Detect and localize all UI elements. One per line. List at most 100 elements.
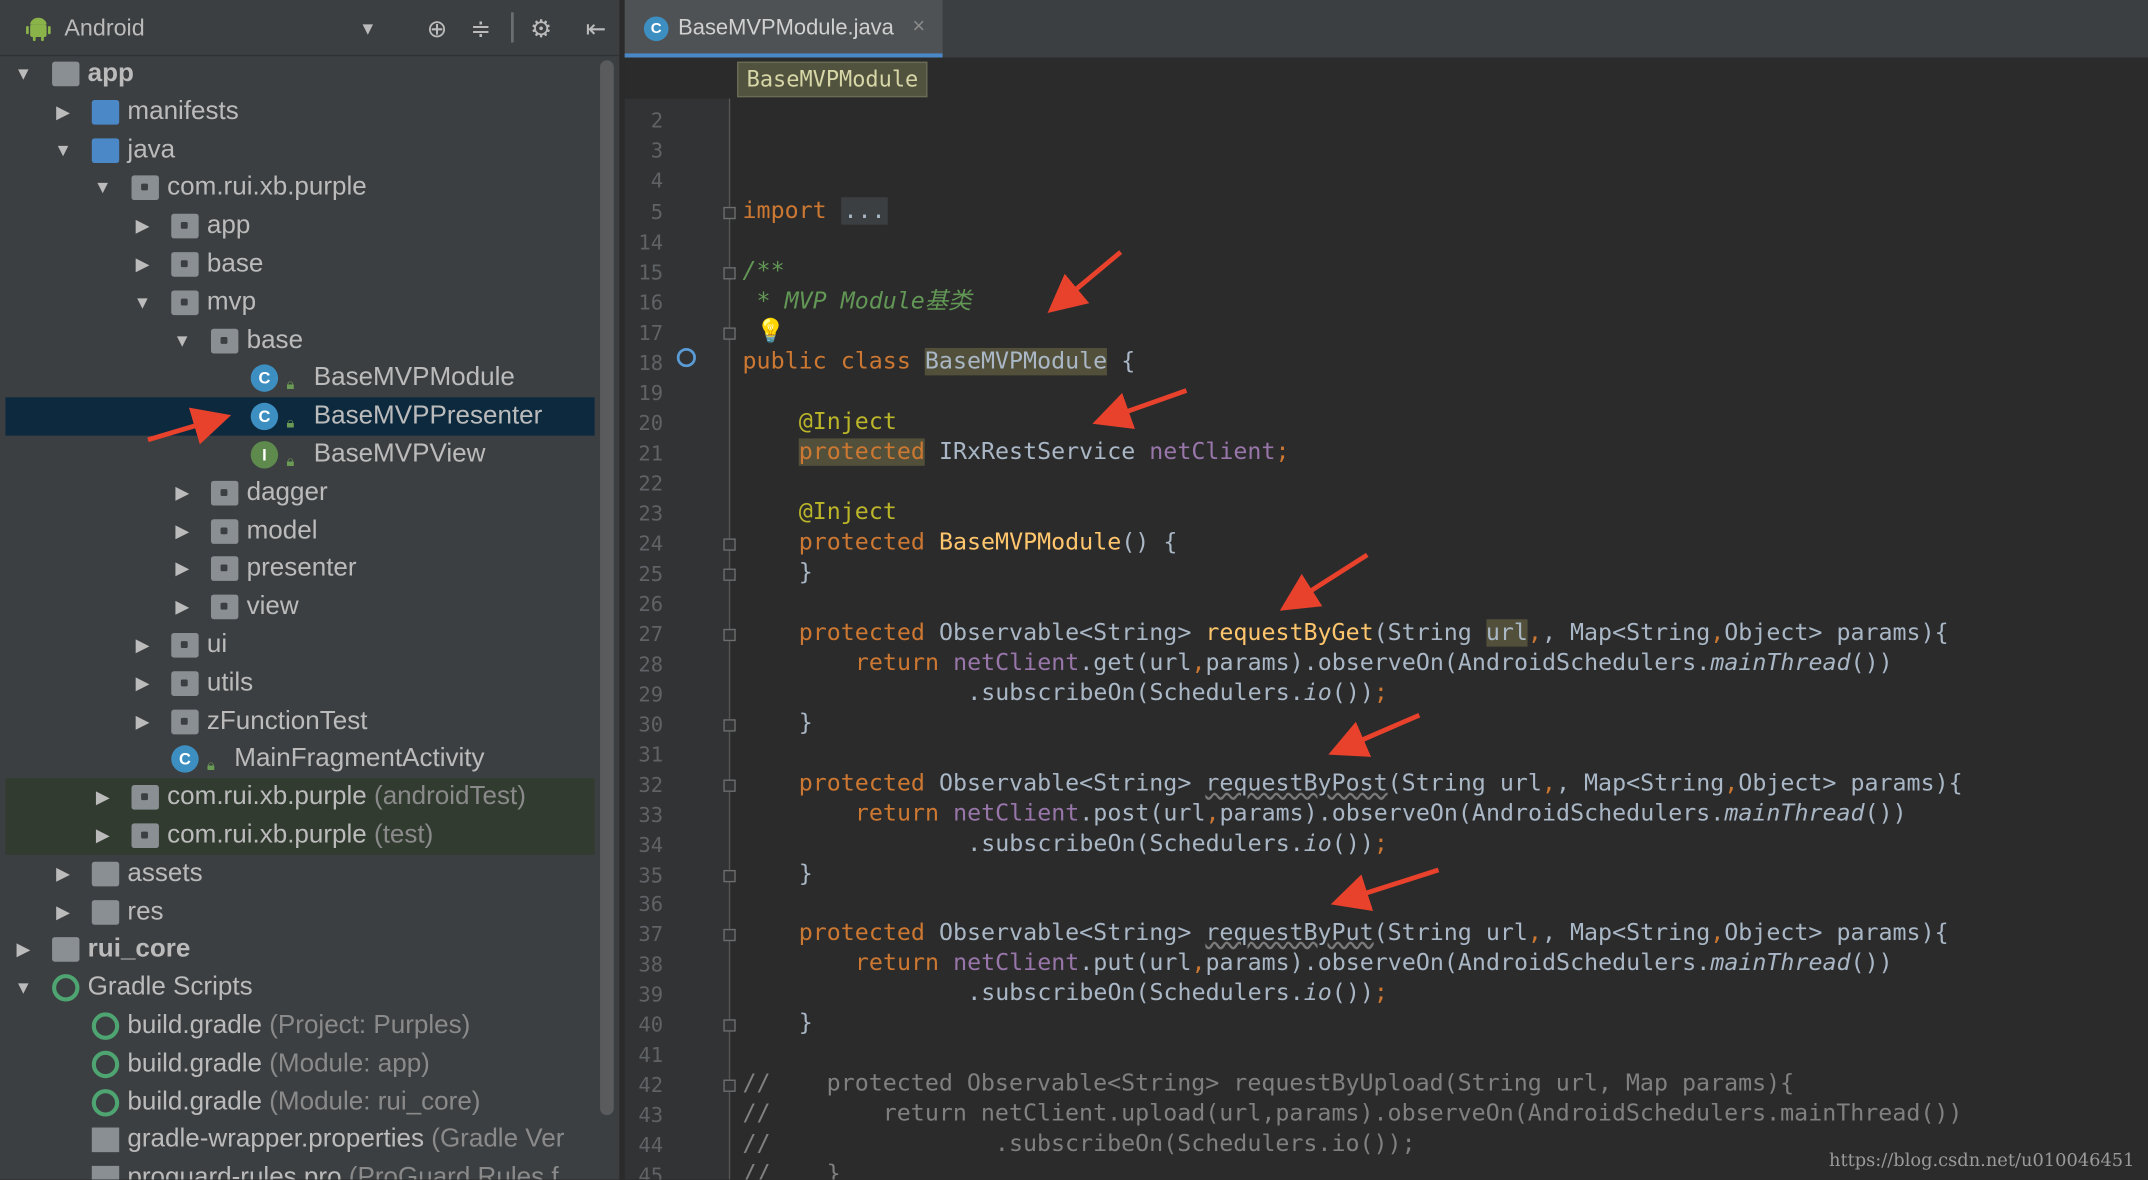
line-number: 45 (638, 1163, 664, 1180)
tree-item[interactable]: ▶ res (5, 893, 594, 931)
tree-item[interactable]: I 🔒︎ BaseMVPView (5, 436, 594, 474)
tree-item[interactable]: ▶ rui_core (5, 931, 594, 969)
fold-marker-icon[interactable] (723, 628, 736, 642)
target-icon[interactable]: ⊕ (422, 14, 452, 44)
chevron-right-icon[interactable]: ▶ (133, 702, 152, 740)
tree-item[interactable]: C 🔒︎ BaseMVPModule (5, 359, 594, 397)
tree-item[interactable]: gradle-wrapper.properties (Gradle Ver (5, 1121, 594, 1159)
package-icon (210, 480, 239, 506)
tree-item[interactable]: ▼ base (5, 321, 594, 359)
chevron-right-icon[interactable]: ▶ (173, 550, 192, 588)
chevron-down-icon[interactable]: ▼ (14, 55, 33, 93)
code-token: requestByPost (1205, 769, 1388, 798)
fold-marker-icon[interactable] (723, 1019, 736, 1032)
tree-item-label: build.gradle (Module: app) (127, 1045, 429, 1083)
fold-marker-icon[interactable] (723, 206, 736, 220)
fold-marker-icon[interactable] (723, 1079, 736, 1092)
line-number: 5 (650, 200, 664, 225)
tree-scrollbar[interactable] (600, 60, 614, 1116)
tree-item[interactable]: ▶ manifests (5, 93, 594, 131)
chevron-right-icon[interactable]: ▶ (133, 626, 152, 664)
code-token: , (1527, 619, 1542, 647)
fold-marker-icon[interactable] (723, 568, 736, 581)
tree-item-detail: (Project: Purples) (269, 1011, 471, 1040)
chevron-right-icon[interactable]: ▶ (53, 93, 72, 131)
tree-item[interactable]: C 🔒︎ MainFragmentActivity (5, 740, 594, 778)
tree-item[interactable]: ▶ assets (5, 855, 594, 893)
collapse-icon[interactable]: ≑ (466, 14, 496, 44)
code-token: protected (798, 438, 925, 466)
chevron-right-icon[interactable]: ▶ (93, 778, 112, 816)
tree-item[interactable]: ▶ utils (5, 664, 594, 702)
chevron-right-icon[interactable]: ▶ (53, 893, 72, 931)
code-line-37: protected Observable<String> requestByPu… (799, 918, 1949, 948)
fold-marker-icon[interactable] (723, 928, 736, 942)
tree-item[interactable]: ▼ java (5, 131, 594, 169)
chevron-right-icon[interactable]: ▶ (133, 664, 152, 702)
line-number: 38 (638, 952, 664, 977)
tree-item[interactable]: ▶ com.rui.xb.purple (test) (5, 816, 595, 855)
code-line-43: // return netClient.upload(url,params).o… (742, 1100, 1963, 1128)
tree-item[interactable]: proguard-rules.pro (ProGuard Rules f (5, 1159, 594, 1180)
tree-item[interactable]: ▶ view (5, 588, 594, 626)
breadcrumb[interactable]: BaseMVPModule (737, 61, 928, 98)
tab-basemvpmodule[interactable]: C BaseMVPModule.java × (624, 0, 943, 58)
tree-item-text: assets (127, 858, 203, 888)
chevron-right-icon[interactable]: ▶ (93, 817, 112, 855)
fold-marker-icon[interactable] (723, 869, 736, 883)
chevron-down-icon[interactable]: ▼ (133, 283, 152, 321)
chevron-right-icon[interactable]: ▶ (173, 588, 192, 626)
tree-item[interactable]: ▶ zFunctionTest (5, 702, 594, 740)
fold-marker-icon[interactable] (723, 779, 736, 792)
code-token: ()) (1850, 649, 1893, 677)
chevron-down-icon[interactable]: ▼ (53, 131, 72, 169)
chevron-down-icon[interactable]: ▼ (93, 169, 112, 207)
tree-item[interactable]: ▶ ui (5, 626, 594, 664)
gear-icon[interactable]: ⚙ (526, 14, 556, 44)
tree-item[interactable]: ▶ model (5, 512, 594, 550)
tree-item-text: java (127, 135, 176, 164)
chevron-right-icon[interactable]: ▶ (53, 855, 72, 893)
tree-item-label: utils (207, 664, 253, 702)
lightbulb-icon[interactable]: 💡 (756, 316, 785, 346)
tree-item[interactable]: ▶ presenter (5, 550, 594, 588)
fold-marker-icon[interactable] (723, 538, 736, 551)
tree-item[interactable]: ▼ mvp (5, 283, 594, 321)
code-area[interactable]: import ... /** * MVP Module基类 💡 public c… (743, 99, 2148, 1180)
tree-item[interactable]: ▶ app (5, 207, 594, 245)
tree-item[interactable]: ▶ dagger (5, 474, 594, 512)
fold-marker-icon[interactable] (723, 327, 736, 340)
chevron-right-icon[interactable]: ▶ (133, 245, 152, 283)
code-token: ; (1373, 979, 1388, 1007)
module-icon (52, 937, 80, 963)
tree-item[interactable]: ▶ base (5, 245, 594, 283)
code-line-35: } (798, 860, 813, 888)
tree-item[interactable]: ▶ com.rui.xb.purple (androidTest) (5, 778, 595, 817)
tree-item[interactable]: build.gradle (Module: app) (5, 1045, 594, 1083)
tree-item-text: app (206, 211, 251, 241)
code-token: protected (798, 769, 925, 798)
hide-panel-icon[interactable]: ⇤ (581, 14, 611, 44)
tree-item[interactable]: ▼ Gradle Scripts (5, 969, 594, 1007)
chevron-down-icon[interactable]: ▼ (14, 969, 33, 1007)
close-icon[interactable]: × (912, 15, 925, 40)
folded-imports[interactable]: ... (840, 197, 889, 225)
implemented-marker-icon[interactable] (676, 347, 696, 368)
chevron-down-icon[interactable]: ▼ (359, 18, 377, 39)
chevron-right-icon[interactable]: ▶ (14, 931, 33, 969)
tree-item[interactable]: ▼ com.rui.xb.purple (5, 169, 594, 207)
chevron-down-icon[interactable]: ▼ (173, 321, 192, 359)
tree-item[interactable]: build.gradle (Module: rui_core) (5, 1083, 594, 1121)
line-number: 25 (638, 561, 664, 587)
tree-item[interactable]: C 🔒︎ BaseMVPPresenter (5, 397, 595, 436)
fold-marker-icon[interactable] (723, 719, 736, 732)
tree-item-text: mvp (206, 287, 257, 317)
view-mode-selector[interactable]: Android (64, 15, 144, 42)
tree-item[interactable]: ▼ app (5, 55, 594, 93)
fold-marker-icon[interactable] (723, 267, 736, 280)
chevron-right-icon[interactable]: ▶ (133, 207, 152, 245)
tree-item[interactable]: build.gradle (Project: Purples) (5, 1007, 594, 1045)
chevron-right-icon[interactable]: ▶ (173, 512, 192, 550)
tree-item-label: dagger (247, 474, 328, 512)
chevron-right-icon[interactable]: ▶ (173, 474, 192, 512)
